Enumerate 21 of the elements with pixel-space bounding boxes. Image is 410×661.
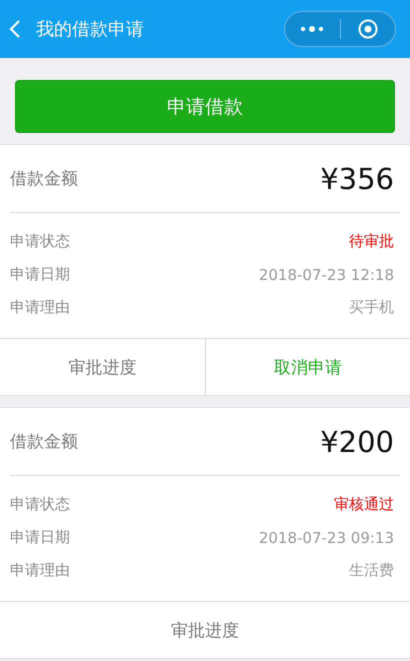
status-value: 审核通过	[334, 495, 394, 514]
field-value: 2018-07-23 09:13	[258, 528, 394, 546]
field-label: 申请日期	[10, 265, 70, 284]
field-label: 申请日期	[10, 528, 70, 547]
field-label: 申请理由	[10, 298, 70, 317]
field-label: 申请理由	[10, 561, 70, 580]
amount-value: ¥200	[320, 424, 395, 458]
page-title: 我的借款申请	[36, 18, 145, 41]
status-value: 待审批	[349, 232, 394, 251]
amount-label: 借款金额	[10, 168, 78, 190]
amount-label: 借款金额	[10, 431, 78, 453]
apply-loan-button[interactable]: 申请借款	[15, 80, 395, 133]
field-value: 2018-07-23 12:18	[258, 266, 394, 284]
amount-value: ¥356	[320, 162, 395, 196]
field-label: 申请状态	[10, 232, 70, 251]
more-icon[interactable]	[300, 26, 324, 32]
close-icon[interactable]	[358, 19, 378, 39]
field-value: 生活费	[349, 561, 394, 580]
field-value: 买手机	[349, 298, 394, 317]
field-label: 申请状态	[10, 495, 70, 514]
back-icon[interactable]	[8, 19, 22, 39]
